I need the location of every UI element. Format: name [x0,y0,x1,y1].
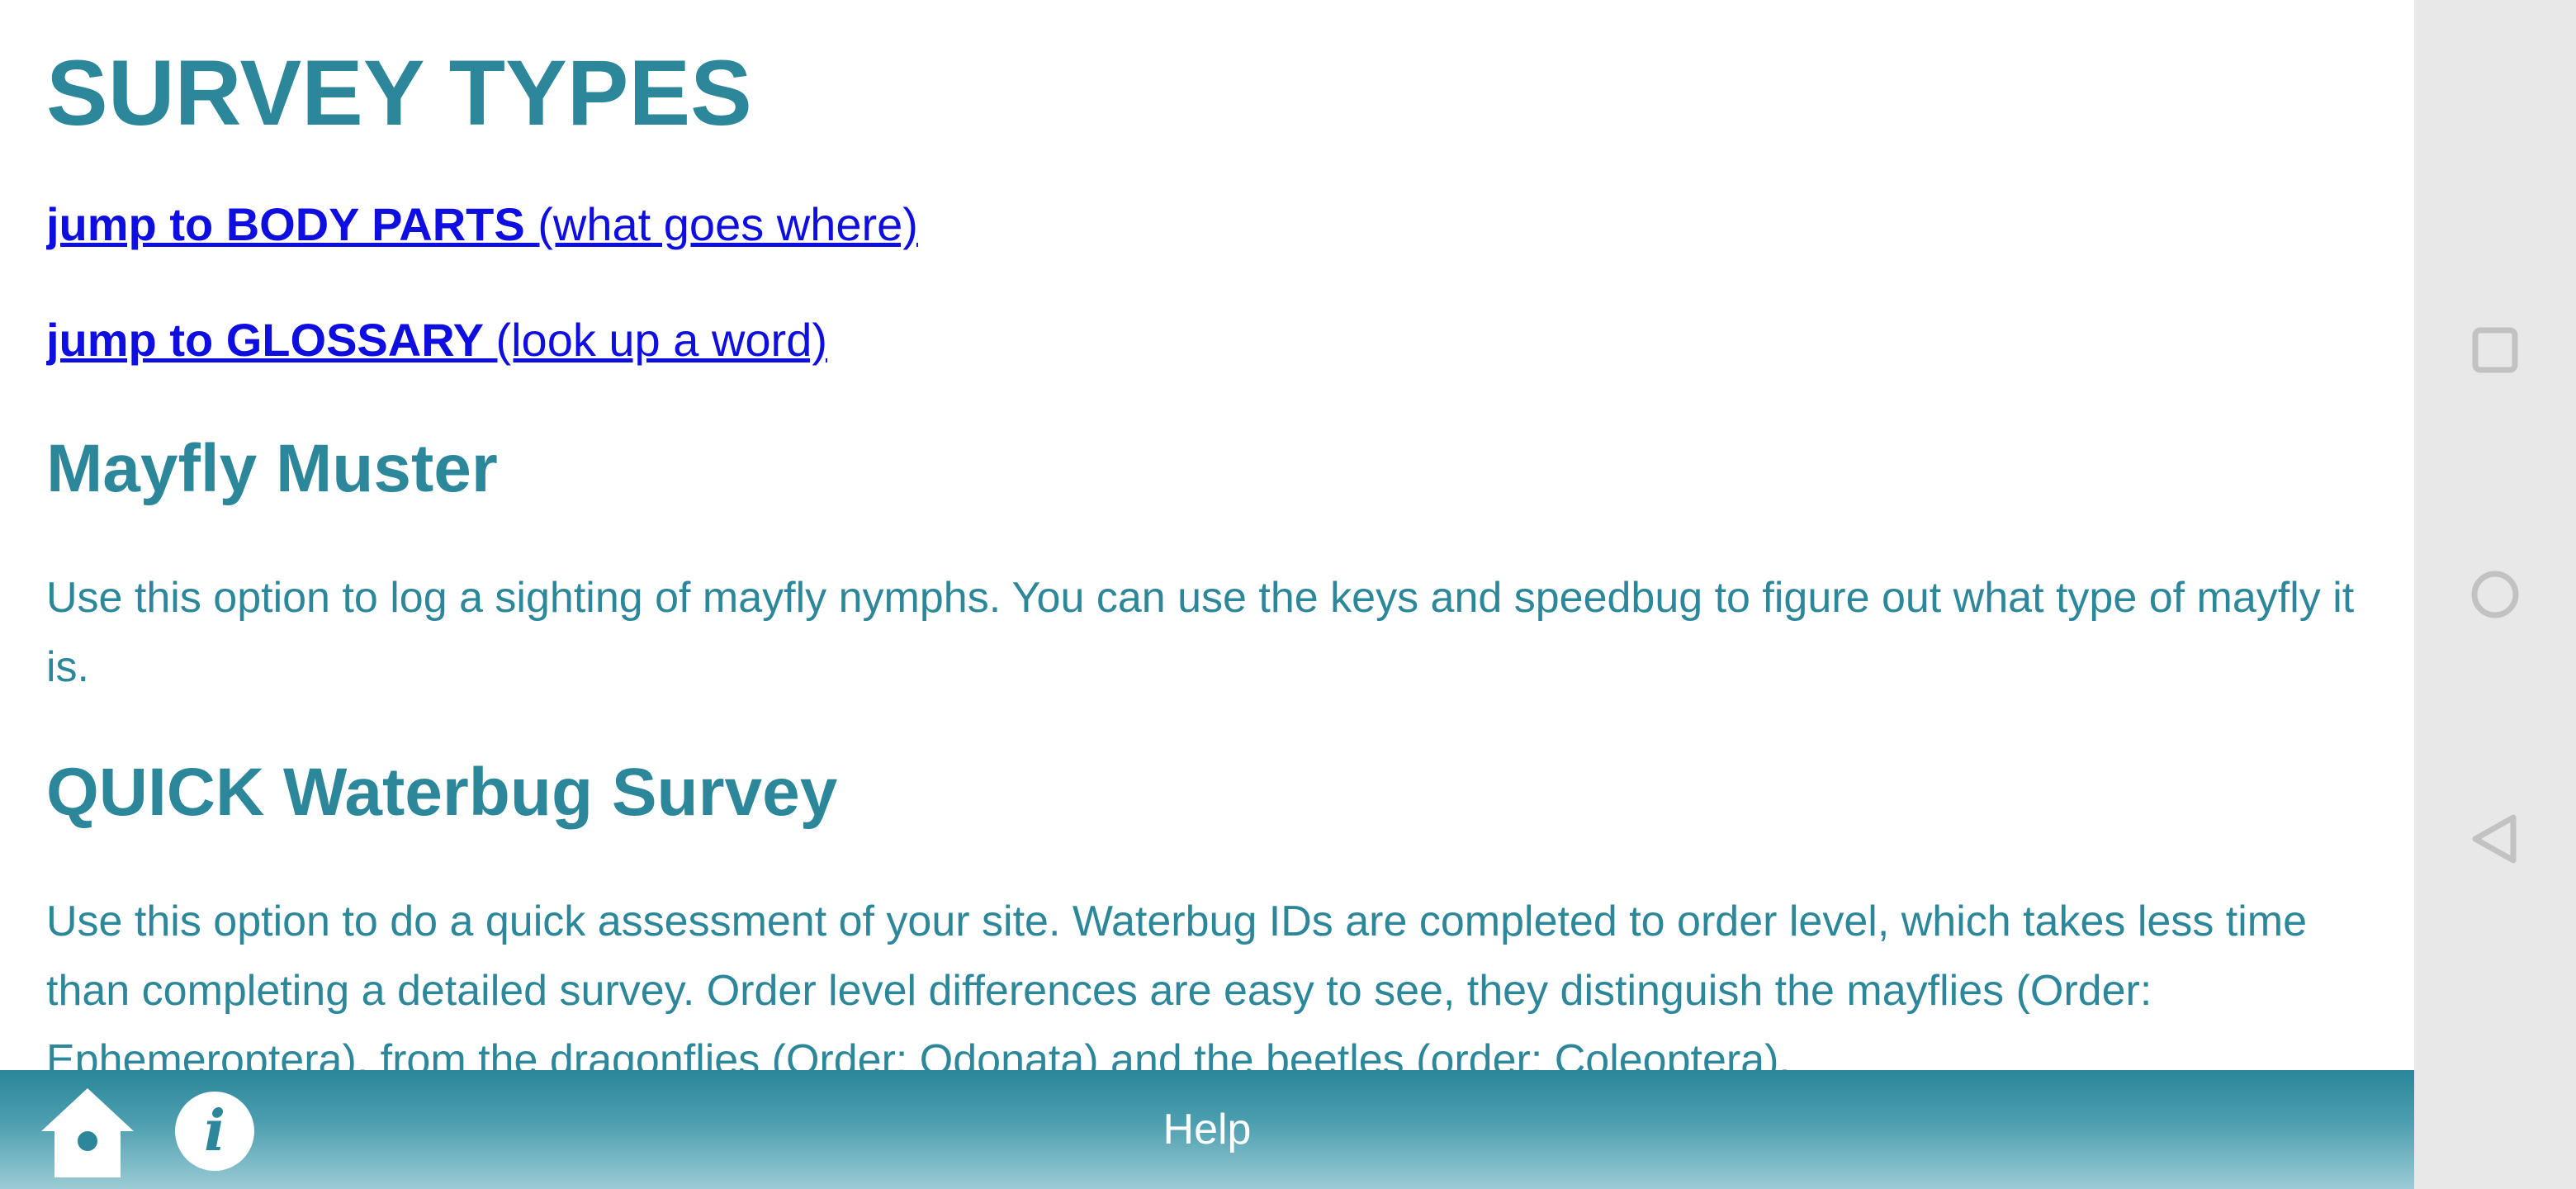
circle-icon[interactable] [2454,553,2536,636]
info-icon[interactable]: i [175,1092,254,1171]
section-heading-quick-waterbug-survey: QUICK Waterbug Survey [46,755,838,830]
toolbar-title: Help [1163,1106,1252,1153]
jump-link-strong-text: jump to BODY PARTS [46,198,538,250]
section-text-quick-waterbug-survey: Use this option to do a quick assessment… [46,898,2307,1070]
square-icon[interactable] [2454,309,2536,391]
jump-link-description: (what goes where) [537,198,918,250]
jump-link-description: (look up a word) [495,314,827,366]
jump-to-glossary-link[interactable]: jump to GLOSSARY (look up a word) [46,310,827,370]
jump-to-body-parts-link[interactable]: jump to BODY PARTS (what goes where) [46,195,918,254]
app-window: SURVEY TYPES jump to BODY PARTS (what go… [0,0,2414,1189]
page-title: SURVEY TYPES [46,41,752,144]
section-text-mayfly-muster: Use this option to log a sighting of may… [46,574,2355,691]
section-heading-mayfly-muster: Mayfly Muster [46,431,498,506]
jump-link-strong-text: jump to GLOSSARY [46,314,496,366]
home-birdhouse-icon[interactable] [40,1085,135,1181]
triangle-back-icon[interactable] [2454,798,2536,880]
help-content[interactable]: SURVEY TYPES jump to BODY PARTS (what go… [46,0,2391,1070]
bottom-toolbar: Help i [0,1070,2414,1189]
system-navigation-bar [2414,0,2576,1189]
